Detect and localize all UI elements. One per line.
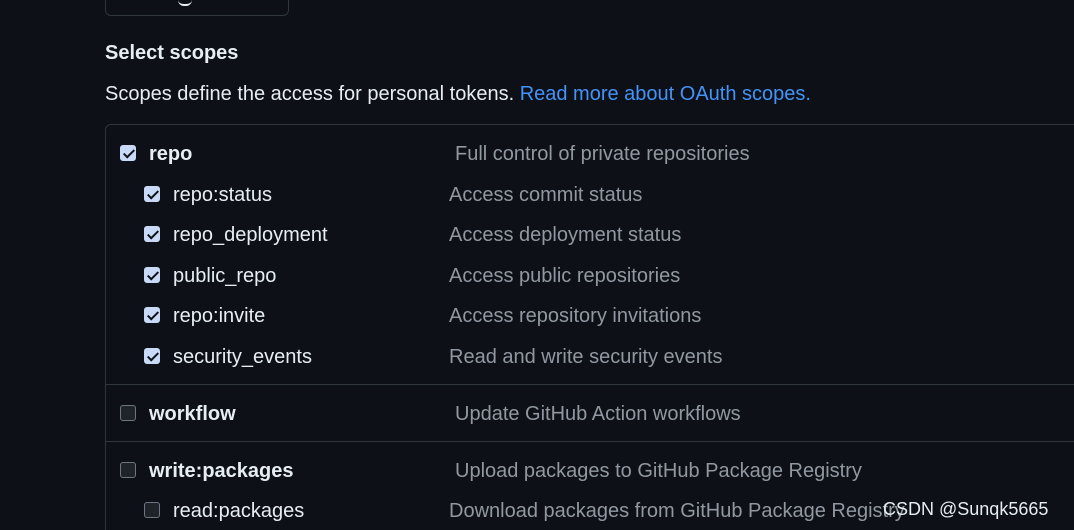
scope-label: repo_deployment (173, 224, 328, 246)
scope-row-repo-status[interactable]: repo:status Access commit status (0, 184, 1074, 208)
checkbox-security-events[interactable] (144, 348, 160, 364)
group-divider (106, 384, 1074, 385)
scope-label: workflow (149, 403, 236, 425)
section-description: Scopes define the access for personal to… (105, 83, 811, 106)
checkbox-public-repo[interactable] (144, 267, 160, 283)
scope-row-write-packages[interactable]: write:packages Upload packages to GitHub… (0, 460, 1074, 484)
scope-row-security-events[interactable]: security_events Read and write security … (0, 346, 1074, 370)
expiration-select[interactable] (105, 0, 289, 16)
scope-description: Read and write security events (449, 346, 723, 368)
checkbox-write-packages[interactable] (120, 462, 136, 478)
scope-label: repo (149, 143, 193, 165)
section-title: Select scopes (105, 42, 239, 64)
scope-row-public-repo[interactable]: public_repo Access public repositories (0, 265, 1074, 289)
scope-row-repo-invite[interactable]: repo:invite Access repository invitation… (0, 305, 1074, 329)
scope-label: security_events (173, 346, 312, 368)
checkbox-repo[interactable] (120, 145, 136, 161)
checkbox-read-packages[interactable] (144, 502, 160, 518)
scope-row-repo[interactable]: repo Full control of private repositorie… (0, 143, 1074, 167)
scope-description: Access public repositories (449, 265, 681, 287)
checkbox-repo-status[interactable] (144, 186, 160, 202)
select-value-fragment (178, 0, 192, 6)
scope-row-repo-deployment[interactable]: repo_deployment Access deployment status (0, 224, 1074, 248)
scope-label: repo:invite (173, 305, 266, 327)
scope-label: write:packages (149, 460, 294, 482)
watermark: CSDN @Sunqk5665 (883, 499, 1049, 519)
checkbox-repo-deployment[interactable] (144, 226, 160, 242)
checkbox-repo-invite[interactable] (144, 307, 160, 323)
scope-label: public_repo (173, 265, 277, 287)
scope-label: repo:status (173, 184, 272, 206)
checkbox-workflow[interactable] (120, 405, 136, 421)
scope-description: Access deployment status (449, 224, 682, 246)
scope-description: Update GitHub Action workflows (455, 403, 741, 425)
description-text: Scopes define the access for personal to… (105, 83, 520, 105)
scopes-page: Select scopes Scopes define the access f… (0, 0, 1074, 530)
scope-label: read:packages (173, 500, 305, 522)
scope-description: Full control of private repositories (455, 143, 750, 165)
oauth-scopes-link[interactable]: Read more about OAuth scopes. (520, 83, 811, 105)
group-divider (106, 441, 1074, 442)
scope-description: Download packages from GitHub Package Re… (449, 500, 905, 522)
scope-row-workflow[interactable]: workflow Update GitHub Action workflows (0, 403, 1074, 427)
scope-description: Access commit status (449, 184, 643, 206)
scope-description: Access repository invitations (449, 305, 702, 327)
scope-description: Upload packages to GitHub Package Regist… (455, 460, 862, 482)
